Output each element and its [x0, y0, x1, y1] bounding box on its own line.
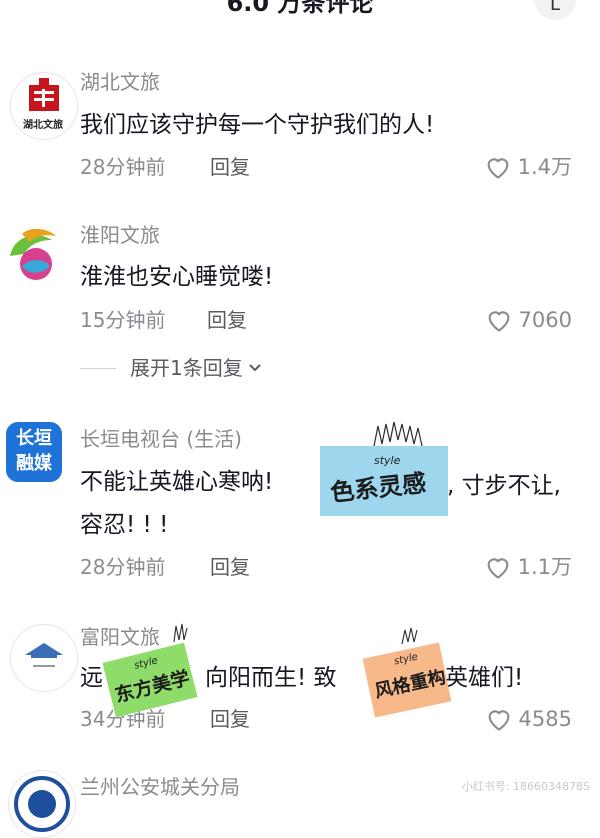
divider — [80, 367, 116, 369]
like-count: 1.1万 — [517, 555, 572, 579]
like-button[interactable]: 1.1万 — [484, 553, 572, 581]
like-count: 7060 — [518, 308, 572, 332]
like-button[interactable]: 1.4万 — [484, 153, 572, 181]
heart-outline-icon — [488, 311, 509, 332]
comment-text-line1-tail: , 寸步不让, — [447, 473, 561, 499]
comment-time: 28分钟前 — [80, 555, 166, 579]
like-button[interactable]: 4585 — [485, 705, 572, 733]
sticker-style-blue: style 色系灵感 — [318, 420, 450, 518]
reply-button[interactable]: 回复 — [210, 554, 250, 580]
avatar[interactable]: 长垣 融媒 — [6, 422, 62, 482]
avatar-caption: 湖北文旅 — [23, 120, 63, 131]
watermark: 小红书号: 1866034878S — [461, 780, 590, 793]
chevron-down-icon — [249, 364, 261, 372]
avatar[interactable] — [10, 624, 78, 692]
avatar-text-bottom: 融媒 — [16, 453, 52, 474]
comments-count-title: 6.0 万条评论 — [226, 0, 374, 17]
heart-outline-icon — [487, 558, 508, 579]
reply-button[interactable]: 回复 — [210, 706, 250, 732]
expand-replies-label: 展开1条回复 — [130, 356, 243, 380]
comment-username[interactable]: 湖北文旅 — [80, 69, 160, 95]
avatar[interactable] — [0, 222, 68, 290]
comment-time: 15分钟前 — [80, 308, 166, 332]
reply-button[interactable]: 回复 — [207, 307, 247, 333]
heart-outline-icon — [488, 710, 509, 731]
avatar-text-top: 长垣 — [16, 428, 52, 449]
comment-text: 我们应该守护每一个守护我们的人! — [80, 112, 435, 138]
comment-username[interactable]: 淮阳文旅 — [80, 222, 160, 248]
comment-time: 28分钟前 — [80, 155, 166, 179]
comment-username[interactable]: 长垣电视台 (生活) — [80, 426, 242, 452]
comment-text-c: 英雄们! — [445, 665, 524, 691]
sticker-style-green: style 东方美学 — [102, 622, 200, 718]
reply-button[interactable]: 回复 — [210, 154, 250, 180]
comment-username[interactable]: 兰州公安城关分局 — [80, 774, 240, 800]
heart-outline-icon — [487, 158, 508, 179]
like-button[interactable]: 7060 — [485, 306, 572, 334]
avatar[interactable] — [8, 770, 76, 838]
comment-text: 淮淮也安心睡觉喽! — [80, 264, 274, 290]
expand-replies-button[interactable]: 展开1条回复 — [80, 355, 263, 381]
like-count: 4585 — [518, 707, 572, 731]
like-count: 1.4万 — [517, 155, 572, 179]
sticker-style-orange: style 风格重构 — [362, 626, 452, 718]
